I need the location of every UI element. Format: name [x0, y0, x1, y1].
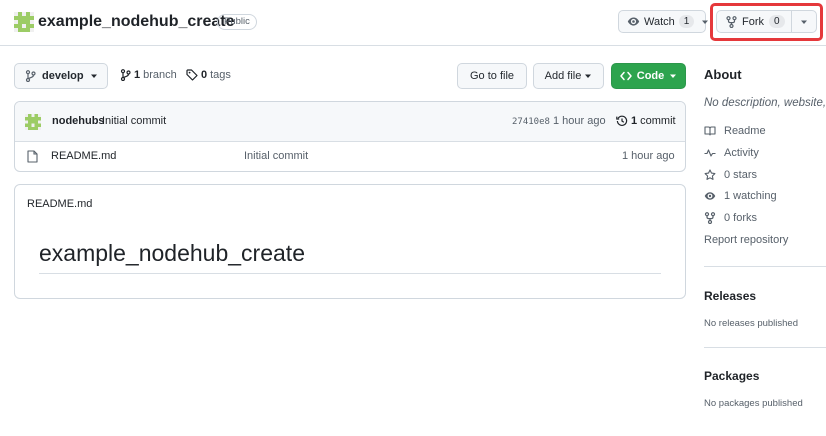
branch-icon [25, 70, 36, 82]
chevron-down-icon [800, 18, 808, 26]
branch-selector[interactable]: develop [14, 63, 108, 89]
watch-label: Watch [644, 15, 675, 28]
about-title: About [704, 67, 742, 82]
latest-commit-row: nodehubs Initial commit 27410e8 1 hour a… [15, 102, 685, 142]
readme-label[interactable]: README.md [27, 198, 92, 210]
tags-link[interactable]: 0 tags [186, 69, 231, 81]
code-icon [620, 71, 632, 81]
fork-icon [726, 15, 737, 28]
add-file-button[interactable]: Add file [533, 63, 604, 89]
commit-message-link[interactable]: Initial commit [102, 115, 166, 127]
file-name-link[interactable]: README.md [51, 150, 116, 162]
eye-icon [704, 190, 716, 202]
star-icon [704, 169, 716, 181]
sidebar-item-stars[interactable]: 0 stars [704, 169, 757, 181]
readme-panel: README.md example_nodehub_create [14, 184, 686, 299]
readme-divider [39, 273, 661, 274]
commit-label: commit [640, 115, 676, 127]
branch-count: 1 [134, 69, 141, 81]
go-to-file-button[interactable]: Go to file [457, 63, 527, 89]
branch-icon [120, 69, 131, 81]
fork-icon [704, 212, 716, 224]
sidebar-item-forks[interactable]: 0 forks [704, 212, 757, 224]
chevron-down-icon [669, 72, 677, 80]
about-description: No description, website, [704, 97, 826, 109]
file-time: 1 hour ago [622, 150, 675, 162]
commit-author-link[interactable]: nodehubs [52, 115, 105, 127]
forks-label: 0 forks [724, 212, 758, 224]
sidebar-item-watching[interactable]: 1 watching [704, 190, 777, 202]
chevron-down-icon [701, 18, 709, 26]
fork-button[interactable]: Fork 0 [716, 10, 792, 33]
watch-button[interactable]: Watch 1 [618, 10, 709, 33]
chevron-down-icon [90, 72, 98, 80]
commit-time: 1 hour ago [553, 115, 606, 127]
history-icon [616, 115, 628, 127]
tag-label: tags [210, 69, 231, 81]
file-icon [27, 150, 38, 163]
fork-label: Fork [742, 15, 764, 28]
eye-icon [627, 15, 640, 28]
commits-history-link[interactable]: 1 commit [616, 115, 676, 127]
book-icon [704, 125, 716, 137]
chevron-down-icon [584, 72, 592, 80]
sidebar-item-readme[interactable]: Readme [704, 125, 766, 137]
header-divider [0, 45, 826, 46]
packages-title[interactable]: Packages [704, 369, 759, 383]
activity-label: Activity [724, 147, 759, 159]
releases-empty-text: No releases published [704, 318, 799, 329]
tag-icon [186, 69, 198, 81]
fork-dropdown-button[interactable] [791, 10, 817, 33]
sidebar-divider [704, 347, 826, 348]
code-button[interactable]: Code [611, 63, 686, 89]
watching-label: 1 watching [724, 190, 777, 202]
readme-label: Readme [724, 125, 766, 137]
add-file-label: Add file [544, 70, 582, 82]
code-label: Code [636, 70, 665, 82]
tag-count: 0 [201, 69, 208, 81]
repo-owner-avatar[interactable] [14, 12, 34, 32]
commit-hash-link[interactable]: 27410e8 [512, 117, 550, 127]
sidebar-divider [704, 266, 826, 267]
file-row[interactable]: README.md Initial commit 1 hour ago [15, 142, 685, 171]
readme-heading: example_nodehub_create [39, 240, 305, 266]
file-commit-link[interactable]: Initial commit [244, 150, 308, 162]
commit-count: 1 [631, 115, 638, 127]
packages-empty-text: No packages published [704, 398, 803, 409]
commit-author-avatar[interactable] [25, 114, 41, 130]
releases-title[interactable]: Releases [704, 289, 756, 303]
visibility-badge: Public [217, 14, 257, 30]
repo-name-link[interactable]: example_nodehub_create [38, 12, 235, 32]
branches-link[interactable]: 1 branch [120, 69, 177, 81]
stars-label: 0 stars [724, 169, 758, 181]
sidebar-item-activity[interactable]: Activity [704, 147, 759, 159]
report-repository-link[interactable]: Report repository [704, 234, 788, 246]
file-listing: nodehubs Initial commit 27410e8 1 hour a… [14, 101, 686, 172]
fork-count: 0 [769, 15, 785, 28]
pulse-icon [704, 147, 716, 159]
current-branch-label: develop [42, 70, 84, 82]
branch-label: branch [143, 69, 177, 81]
watch-count: 1 [678, 15, 695, 28]
